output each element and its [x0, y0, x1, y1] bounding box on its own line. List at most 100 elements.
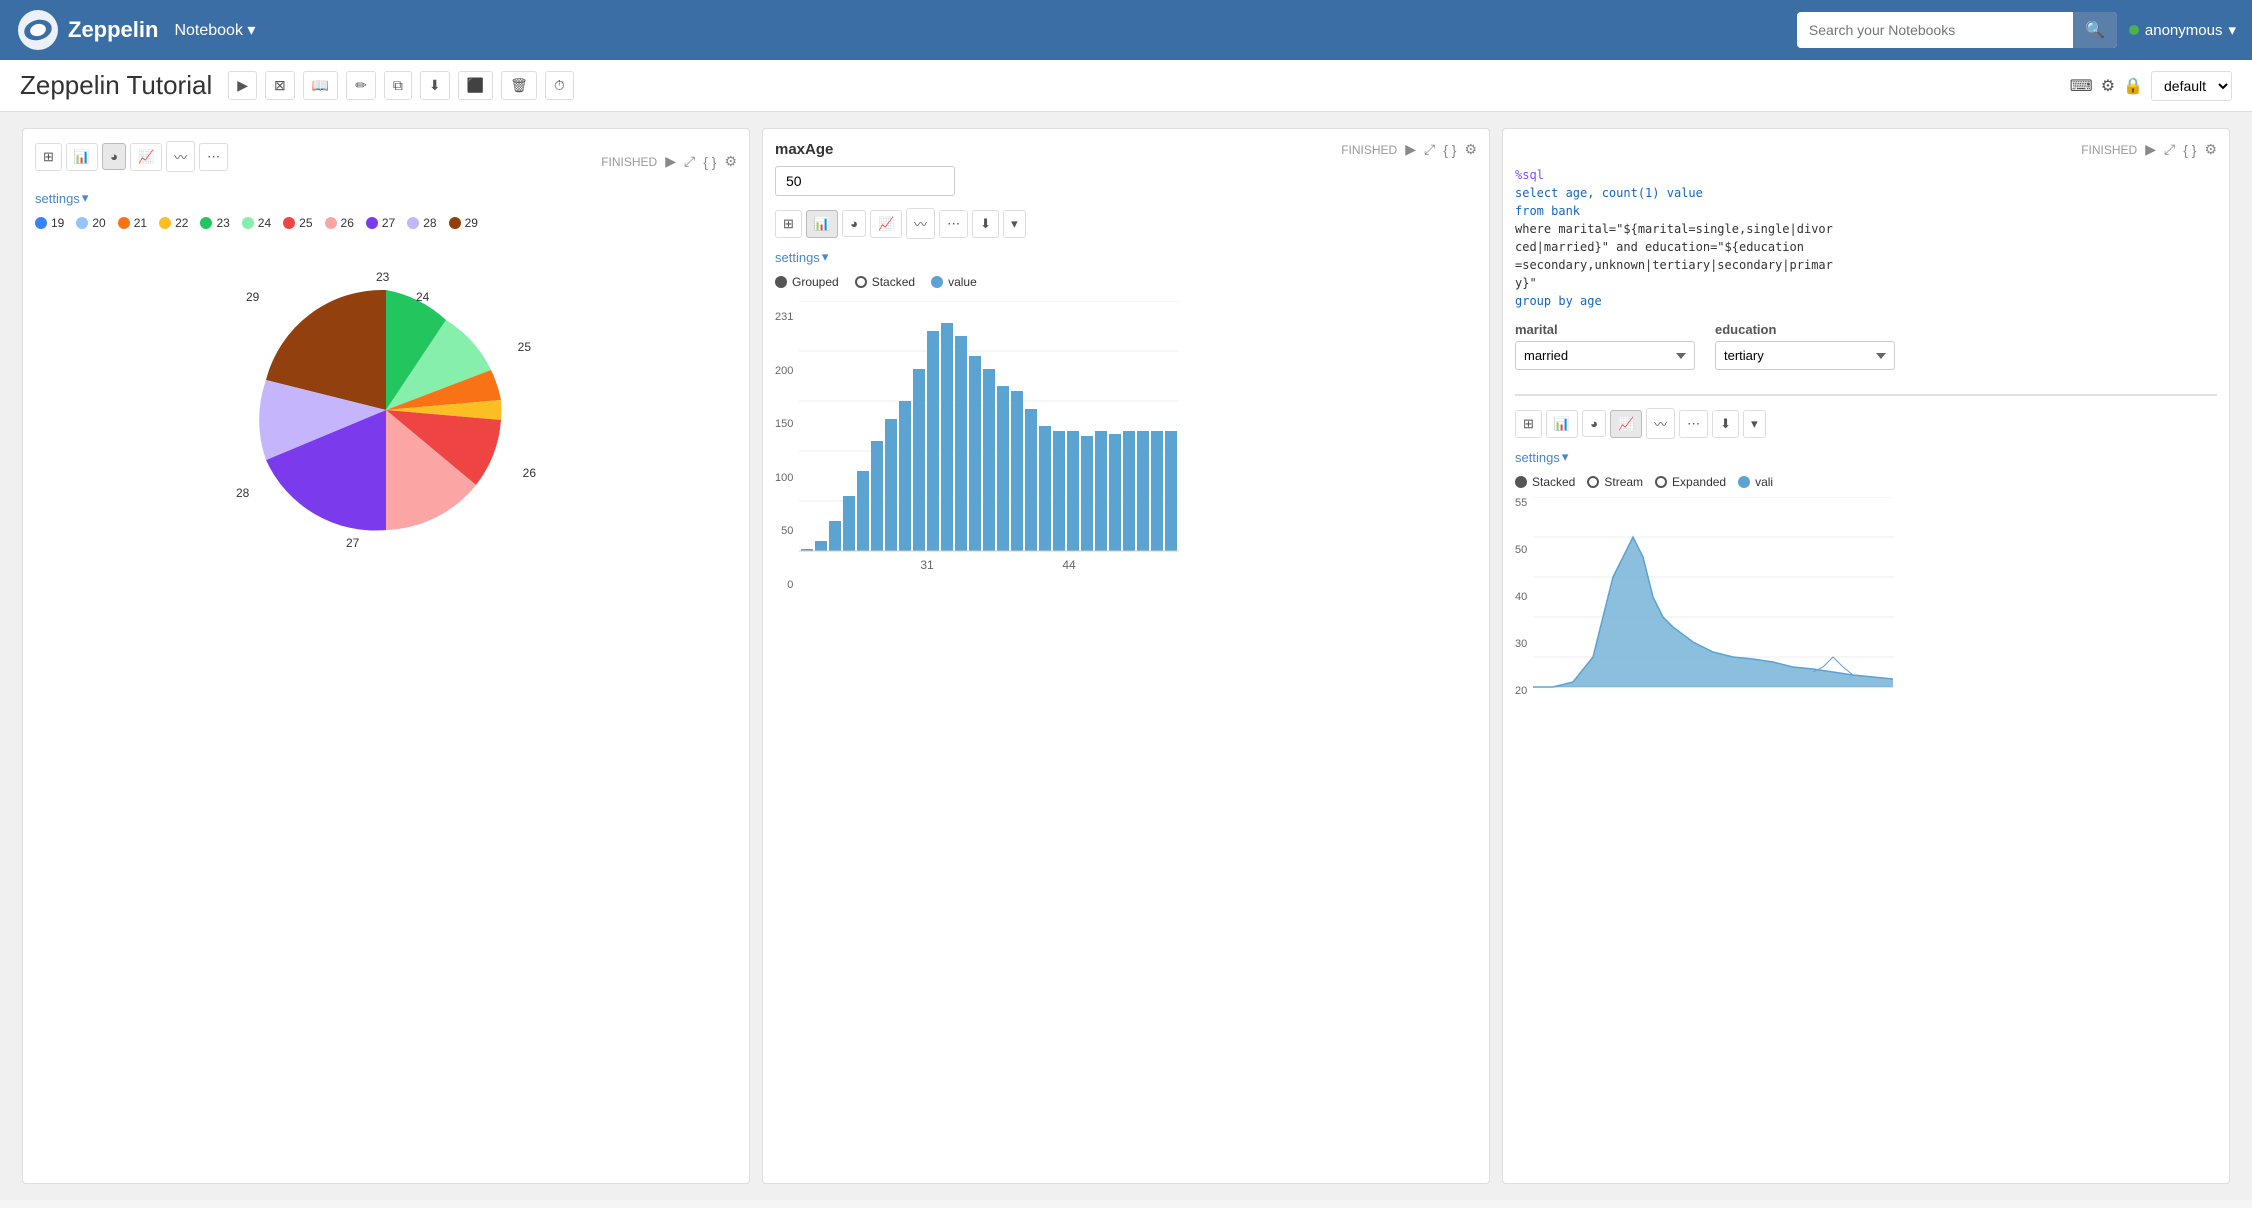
- panel3-header: FINISHED ▶ ⤢ { } ⚙: [1515, 141, 2217, 158]
- panel1-expand-button[interactable]: ⤢: [684, 153, 695, 170]
- legend-item-20: 20: [76, 216, 105, 230]
- panel3-scatter-button[interactable]: ⋯: [1679, 410, 1708, 438]
- panel1-status-area: FINISHED ▶ ⤢ { } ⚙: [601, 153, 737, 170]
- stacked-label-3: Stacked: [1532, 475, 1575, 489]
- table-view-button[interactable]: ⊞: [35, 143, 62, 171]
- panel3-table-button[interactable]: ⊞: [1515, 410, 1542, 438]
- value-legend: value: [931, 275, 977, 289]
- panel2-bar-button[interactable]: 📊: [806, 210, 838, 238]
- legend-dot-22: [159, 217, 171, 229]
- legend-dot-20: [76, 217, 88, 229]
- y-label-100: 100: [775, 472, 793, 484]
- legend-dot-28: [407, 217, 419, 229]
- pie-chart: 23 24 25 26 27 28 29: [35, 240, 737, 580]
- legend-label-19: 19: [51, 216, 64, 230]
- keyboard-shortcuts-button[interactable]: ⌨: [2070, 76, 2093, 96]
- area-y-50: 50: [1515, 544, 1527, 556]
- edit-button[interactable]: ✏: [346, 71, 376, 100]
- bar-10: [927, 331, 939, 551]
- value-icon: [931, 276, 943, 288]
- area-y-20: 20: [1515, 685, 1527, 697]
- notebook-bar-right: ⌨ ⚙ 🔒 default: [2070, 71, 2232, 101]
- panel3-bar-button[interactable]: 📊: [1546, 410, 1578, 438]
- stream-label: Stream: [1604, 475, 1643, 489]
- panel1-code-button[interactable]: { }: [703, 154, 716, 170]
- value-label-3: vali: [1755, 475, 1773, 489]
- stream-icon: [1587, 476, 1599, 488]
- interpreter-dropdown[interactable]: default: [2151, 71, 2232, 101]
- panel2-area-button[interactable]: 📈: [870, 210, 902, 238]
- bar-5: [857, 471, 869, 551]
- run-all-button[interactable]: ▶: [228, 71, 257, 100]
- area-y-55: 55: [1515, 497, 1527, 509]
- panel1-settings-link[interactable]: settings ▾: [35, 190, 737, 206]
- panel2-table-button[interactable]: ⊞: [775, 210, 802, 238]
- panel2-download-button[interactable]: ⬇: [972, 210, 999, 238]
- bar-14: [983, 369, 995, 551]
- legend-item-24: 24: [242, 216, 271, 230]
- sql-line-6: =secondary,unknown|tertiary|secondary|pr…: [1515, 256, 2217, 274]
- area-chart-button[interactable]: 📈: [130, 143, 162, 171]
- legend-label-22: 22: [175, 216, 188, 230]
- panel2-line-button[interactable]: 〰: [906, 208, 935, 239]
- panel2-expand-button[interactable]: ⤢: [1424, 141, 1435, 158]
- panel3-pie-button[interactable]: ◕: [1582, 410, 1606, 437]
- panel3-settings-button[interactable]: ⚙: [2204, 141, 2217, 158]
- panel1-settings-button[interactable]: ⚙: [724, 153, 737, 170]
- user-menu-button[interactable]: anonymous ▾: [2129, 21, 2236, 39]
- panel3-more-button[interactable]: ▾: [1743, 410, 1766, 438]
- bar-16: [1011, 391, 1023, 551]
- panel2-code-button[interactable]: { }: [1443, 142, 1456, 158]
- sql-line-8: group by age: [1515, 292, 2217, 310]
- x-label-44: 44: [1063, 558, 1077, 572]
- scatter-chart-button[interactable]: ⋯: [199, 143, 228, 171]
- delete-button[interactable]: 🗑: [501, 71, 537, 100]
- lock-button[interactable]: 🔒: [2123, 76, 2143, 96]
- settings-button[interactable]: ⚙: [2101, 76, 2115, 96]
- area-chart-container: 55 50 40 30 20: [1515, 497, 2217, 697]
- clear-button[interactable]: ⬛: [458, 71, 493, 100]
- stop-all-button[interactable]: ⊠: [265, 71, 295, 100]
- education-group: education tertiary secondary primary unk…: [1715, 322, 1895, 370]
- clone-button[interactable]: ⧉: [384, 71, 412, 100]
- panel3-run-button[interactable]: ▶: [2145, 141, 2156, 158]
- legend-label-27: 27: [382, 216, 395, 230]
- panel3-settings-link[interactable]: settings ▾: [1515, 449, 2217, 465]
- legend-dot-26: [325, 217, 337, 229]
- panel2-pie-button[interactable]: ◕: [842, 210, 866, 237]
- app-header: Zeppelin Notebook ▾ 🔍 anonymous ▾: [0, 0, 2252, 60]
- pie-chart-button[interactable]: ◕: [102, 143, 126, 170]
- panel3-download-button[interactable]: ⬇: [1712, 410, 1739, 438]
- panel3-code-button[interactable]: { }: [2183, 142, 2196, 158]
- panel1-legend: 19 20 21 22 23 24: [35, 216, 737, 230]
- panel2-settings-button[interactable]: ⚙: [1464, 141, 1477, 158]
- reader-mode-button[interactable]: 📖: [303, 71, 338, 100]
- panel2-more-button[interactable]: ▾: [1003, 210, 1026, 238]
- panel3-expand-button[interactable]: ⤢: [2164, 141, 2175, 158]
- line-chart-button[interactable]: 〰: [166, 141, 195, 172]
- search-button[interactable]: 🔍: [2073, 12, 2117, 48]
- y-label-231: 231: [775, 311, 793, 323]
- stacked-icon-3: [1515, 476, 1527, 488]
- panel3-area-button[interactable]: 📈: [1610, 410, 1642, 438]
- panel3-line-button[interactable]: 〰: [1646, 408, 1675, 439]
- max-age-input[interactable]: [775, 166, 955, 196]
- search-input[interactable]: [1797, 14, 2073, 46]
- schedule-button[interactable]: ⏱: [545, 71, 574, 100]
- export-button[interactable]: ⬇: [420, 71, 450, 100]
- panel2-run-button[interactable]: ▶: [1405, 141, 1416, 158]
- bar-chart-button[interactable]: 📊: [66, 143, 98, 171]
- panel1-run-button[interactable]: ▶: [665, 153, 676, 170]
- legend-label-23: 23: [216, 216, 229, 230]
- notebook-menu-button[interactable]: Notebook ▾: [174, 20, 255, 40]
- education-select[interactable]: tertiary secondary primary unknown: [1715, 341, 1895, 370]
- bar-3: [829, 521, 841, 551]
- stacked-label: Stacked: [872, 275, 915, 289]
- marital-select[interactable]: married single divorced: [1515, 341, 1695, 370]
- panel2-scatter-button[interactable]: ⋯: [939, 210, 968, 238]
- panel2-settings-link[interactable]: settings ▾: [775, 249, 1477, 265]
- bar-23: [1109, 434, 1121, 551]
- stream-legend: Stream: [1587, 475, 1643, 489]
- sql-line-7: y}": [1515, 274, 2217, 292]
- user-online-indicator: [2129, 25, 2139, 35]
